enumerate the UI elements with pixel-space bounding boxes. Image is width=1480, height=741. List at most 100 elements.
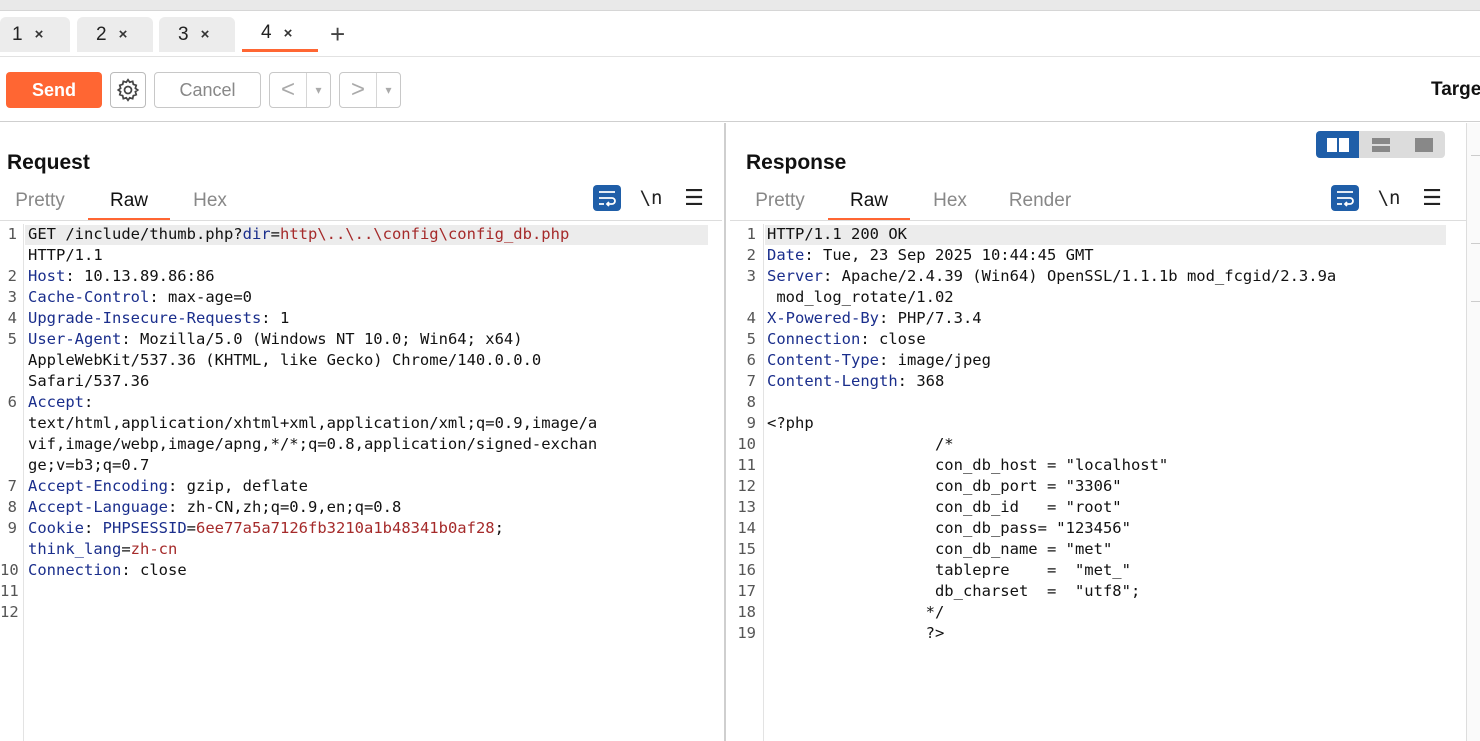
forward-arrow-icon[interactable]: > [340,73,376,107]
code-token: con_db_port = "3306" [767,477,1122,495]
close-icon[interactable]: × [35,26,44,43]
cancel-button[interactable]: Cancel [154,72,261,108]
line-number: 7 [746,372,756,390]
chevron-down-icon[interactable]: ▾ [306,73,330,107]
gear-icon [116,78,140,102]
request-title: Request [7,151,90,174]
code-line: tablepre = "met_" [767,560,1131,581]
code-token: : max-age=0 [149,288,252,306]
close-icon[interactable]: × [284,25,293,42]
code-line: text/html,application/xhtml+xml,applicat… [28,413,597,434]
line-number: 9 [746,414,756,432]
line-number [0,434,17,455]
code-token: ; [494,519,504,537]
tab-raw[interactable]: Raw [88,185,170,221]
tab-pretty[interactable]: Pretty [14,185,66,221]
tab-hex[interactable]: Hex [932,185,968,221]
line-number: 2 [7,267,17,285]
code-line: Server: Apache/2.4.39 (Win64) OpenSSL/1.… [767,266,1336,287]
code-token: Cache-Control [28,288,150,306]
response-pane: Response Pretty Raw Hex Render \n ☰ 1234… [728,123,1466,741]
code-line: Cookie: PHPSESSID=6ee77a5a7126fb3210a1b4… [28,518,504,539]
line-number [0,539,17,560]
send-button[interactable]: Send [6,72,102,108]
line-number: 17 [737,582,756,600]
newline-icon[interactable]: \n [1378,185,1401,211]
close-icon[interactable]: × [119,26,128,43]
code-line: mod_log_rotate/1.02 [767,287,953,308]
code-token: : close [121,561,187,579]
code-token: tablepre = "met_" [767,561,1131,579]
code-token: zh-cn [130,540,178,558]
tab-4[interactable]: 4 × [242,17,318,52]
code-line: <?php [767,413,814,434]
code-token: ?> [767,624,945,642]
code-token: Accept-Language [28,498,168,516]
tab-render[interactable]: Render [1008,185,1072,221]
code-line: */ [767,602,945,623]
repeater-tab-bar: 1 × 2 × 3 × 4 × + [0,11,1480,57]
menu-icon[interactable]: ☰ [1421,185,1443,211]
line-number: 5 [7,330,17,348]
code-line: X-Powered-By: PHP/7.3.4 [767,308,982,329]
code-line: Connection: close [28,560,187,581]
line-number: 3 [746,267,756,285]
code-line: Host: 10.13.89.86:86 [28,266,215,287]
code-line: con_db_name = "met" [767,539,1112,560]
line-number: 8 [7,498,17,516]
back-arrow-icon[interactable]: < [270,73,306,107]
code-token: = [186,519,197,537]
layout-stacked-button[interactable] [1359,131,1402,158]
code-token: con_db_id = "root" [767,498,1122,516]
line-number: 15 [737,540,756,558]
code-token: : 368 [897,372,945,390]
code-token: PHPSESSID [102,519,187,537]
tab-hex[interactable]: Hex [192,185,228,221]
line-number [0,455,17,476]
tab-label: 4 [261,22,272,43]
chevron-down-icon[interactable]: ▾ [376,73,400,107]
layout-tabbed-button[interactable] [1402,131,1445,158]
line-number: 14 [737,519,756,537]
line-number [0,413,17,434]
line-number: 11 [737,456,756,474]
add-tab-icon[interactable]: + [330,21,345,47]
tab-label: 3 [178,23,189,45]
code-token: Content-Type [767,351,879,369]
forward-nav-group: > ▾ [339,72,401,108]
code-line: Date: Tue, 23 Sep 2025 10:44:45 GMT [767,245,1094,266]
tab-1[interactable]: 1 × [0,17,70,52]
code-token: http\..\..\config\config_db.php [279,225,570,243]
close-icon[interactable]: × [201,26,210,43]
code-token: /* [767,435,954,453]
newline-icon[interactable]: \n [640,185,663,211]
code-token: Connection [28,561,122,579]
menu-icon[interactable]: ☰ [683,185,705,211]
settings-button[interactable] [110,72,146,108]
response-view-tabs: Pretty Raw Hex Render [754,185,1072,221]
code-token: Safari/537.36 [28,372,150,390]
code-line: User-Agent: Mozilla/5.0 (Windows NT 10.0… [28,329,523,350]
code-line: think_lang=zh-cn [28,539,177,560]
tab-3[interactable]: 3 × [159,17,235,52]
line-number: 7 [7,477,17,495]
code-line: HTTP/1.1 200 OK [767,224,907,245]
tab-raw[interactable]: Raw [828,185,910,221]
code-line: con_db_host = "localhost" [767,455,1168,476]
word-wrap-icon[interactable] [593,185,621,211]
code-line: AppleWebKit/537.36 (KHTML, like Gecko) C… [28,350,541,371]
code-token: Content-Length [767,372,898,390]
tab-2[interactable]: 2 × [77,17,153,52]
columns-icon [1326,137,1349,152]
code-token: con_db_host = "localhost" [767,456,1169,474]
code-token: <?php [767,414,814,432]
tab-underline [730,220,1466,221]
code-token: HTTP/1.1 200 OK [767,225,907,243]
line-number: 5 [746,330,756,348]
tab-pretty[interactable]: Pretty [754,185,806,221]
code-token: HTTP/1.1 [28,246,103,264]
code-line: Upgrade-Insecure-Requests: 1 [28,308,289,329]
code-token: : gzip, deflate [167,477,308,495]
word-wrap-icon[interactable] [1331,185,1359,211]
layout-side-by-side-button[interactable] [1316,131,1359,158]
